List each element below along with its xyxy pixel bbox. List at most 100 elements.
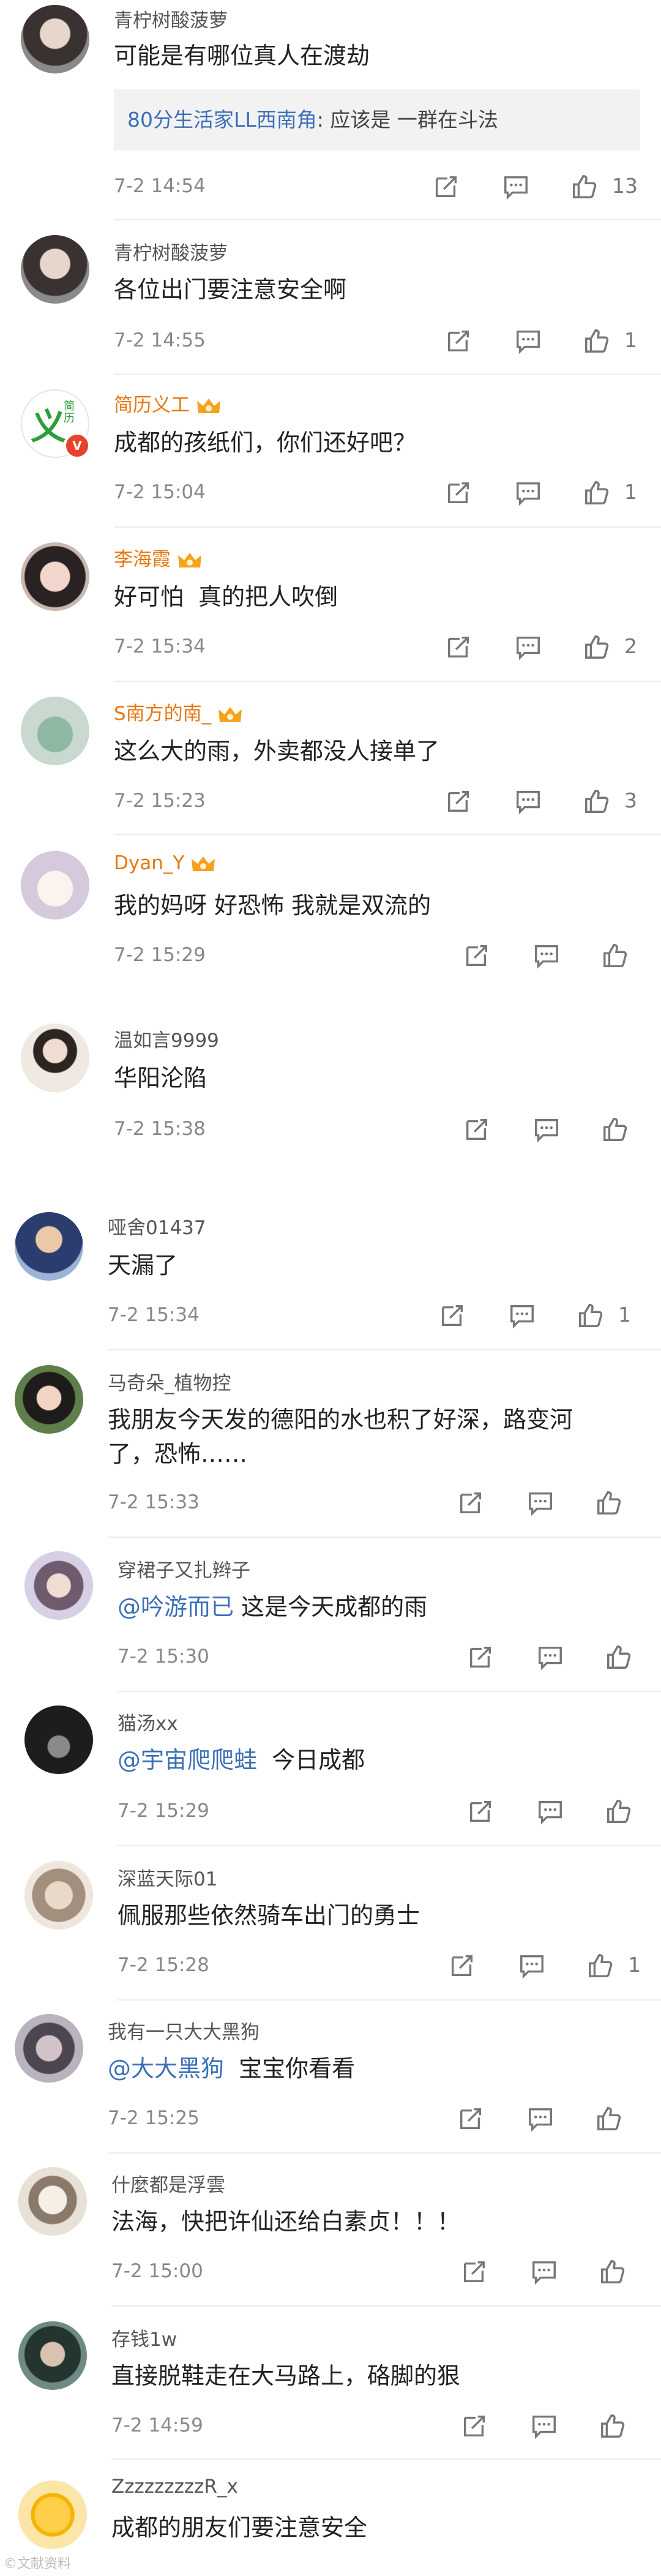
repost-button[interactable] [432, 173, 464, 201]
username[interactable]: 李海霞 [114, 544, 203, 571]
comment-button[interactable] [514, 633, 546, 661]
like-button[interactable] [599, 2412, 630, 2440]
avatar[interactable] [24, 1551, 93, 1620]
repost-icon [435, 176, 457, 198]
comment-button[interactable] [532, 1115, 564, 1144]
repost-button[interactable] [448, 1952, 480, 1980]
comment-button[interactable] [514, 479, 546, 507]
avatar[interactable] [21, 697, 89, 765]
like-button[interactable] [601, 1115, 633, 1144]
comment-button[interactable] [532, 942, 564, 970]
repost-button[interactable] [466, 1643, 498, 1671]
username[interactable]: Dyan_Y [114, 852, 216, 875]
like-button[interactable] [586, 1952, 618, 1980]
avatar[interactable] [21, 235, 89, 304]
comment-button[interactable] [530, 2412, 562, 2440]
username[interactable]: 温如言9999 [114, 1025, 219, 1052]
timestamp: 7-2 15:29 [114, 944, 206, 966]
avatar[interactable] [21, 851, 89, 919]
repost-button[interactable] [438, 1301, 470, 1330]
like-count: 2 [624, 634, 637, 658]
username[interactable]: 什麼都是浮雲 [111, 2170, 225, 2197]
comment-button[interactable] [514, 787, 546, 815]
avatar[interactable] [15, 1212, 83, 1281]
avatar[interactable] [15, 2014, 83, 2083]
username[interactable]: 青柠树酸菠萝 [114, 238, 228, 265]
username[interactable]: 马奇朵_植物控 [108, 1368, 231, 1395]
quoted-username[interactable]: 80分生活家LL西南角 [127, 108, 317, 132]
avatar[interactable] [21, 1024, 89, 1092]
repost-button[interactable] [466, 1797, 498, 1825]
avatar[interactable]: 义 简历 V [21, 389, 91, 459]
comment-icon [504, 176, 528, 200]
username[interactable]: 青柠树酸菠萝 [114, 5, 228, 32]
repost-button[interactable] [463, 1115, 495, 1144]
like-button[interactable] [605, 1797, 637, 1825]
repost-button[interactable] [444, 327, 476, 355]
repost-icon [447, 636, 469, 658]
comment-button[interactable] [526, 1489, 558, 1517]
username[interactable]: 简历义工 [114, 389, 222, 417]
repost-icon [463, 2415, 485, 2437]
avatar[interactable] [21, 5, 89, 73]
avatar-logo-small: 简历 [64, 400, 75, 425]
avatar[interactable] [15, 1365, 83, 1434]
username[interactable]: 穿裙子又扎辫子 [118, 1555, 250, 1582]
repost-button[interactable] [457, 1489, 488, 1517]
username[interactable]: ZzzzzzzzzR_x [111, 2476, 238, 2498]
divider [111, 2458, 661, 2460]
repost-button[interactable] [444, 633, 476, 661]
repost-button[interactable] [460, 2412, 492, 2440]
like-button[interactable] [583, 479, 614, 507]
like-button[interactable] [577, 1301, 608, 1330]
comment-icon [510, 1305, 534, 1329]
timestamp: 7-2 15:34 [114, 635, 206, 657]
like-button[interactable] [601, 942, 633, 970]
like-button[interactable] [605, 1643, 637, 1671]
avatar[interactable] [18, 2481, 87, 2549]
quoted-reply[interactable]: 80分生活家LL西南角: 应该是 一群在斗法 [114, 89, 640, 151]
repost-button[interactable] [457, 2105, 488, 2133]
timestamp: 7-2 15:38 [114, 1118, 206, 1140]
comment-button[interactable] [526, 2105, 558, 2133]
comment-button[interactable] [502, 173, 534, 201]
comment-button[interactable] [508, 1301, 540, 1330]
comment-button[interactable] [514, 327, 546, 355]
mention-link[interactable]: @宇宙爬爬蛙 [118, 1747, 257, 1773]
divider [111, 2305, 661, 2307]
repost-button[interactable] [444, 479, 476, 507]
username[interactable]: 存钱1w [111, 2324, 177, 2351]
repost-button[interactable] [463, 942, 495, 970]
comment-icon [529, 1492, 552, 1516]
like-button[interactable] [570, 173, 602, 201]
username[interactable]: S南方的南_ [114, 698, 243, 725]
username[interactable]: 猫汤xx [118, 1708, 178, 1735]
comment-text: 各位出门要注意安全啊 [114, 276, 347, 303]
username[interactable]: 我有一只大大黑狗 [108, 2016, 260, 2044]
repost-button[interactable] [444, 787, 476, 815]
avatar[interactable] [24, 1705, 93, 1774]
comment-button[interactable] [530, 2258, 562, 2286]
mention-link[interactable]: @大大黑狗 [108, 2055, 224, 2082]
like-button[interactable] [595, 2105, 627, 2133]
like-button[interactable] [583, 327, 614, 355]
comment-button[interactable] [536, 1797, 568, 1825]
avatar[interactable] [18, 2167, 87, 2236]
like-button[interactable] [595, 1489, 627, 1517]
repost-icon [466, 945, 488, 967]
like-icon [603, 944, 627, 967]
like-button[interactable] [583, 787, 614, 815]
repost-icon [463, 2261, 485, 2283]
username[interactable]: 深蓝天际01 [118, 1863, 217, 1891]
avatar[interactable] [24, 1861, 93, 1930]
mention-link[interactable]: @吟游而已 [118, 1593, 234, 1620]
like-button[interactable] [599, 2258, 630, 2286]
comment-button[interactable] [536, 1643, 568, 1671]
repost-button[interactable] [460, 2258, 492, 2286]
username[interactable]: 哑舍01437 [108, 1212, 206, 1240]
comment-button[interactable] [518, 1952, 550, 1980]
avatar[interactable] [21, 542, 89, 611]
repost-icon [451, 1955, 473, 1977]
like-button[interactable] [583, 633, 614, 661]
avatar[interactable] [18, 2321, 87, 2390]
